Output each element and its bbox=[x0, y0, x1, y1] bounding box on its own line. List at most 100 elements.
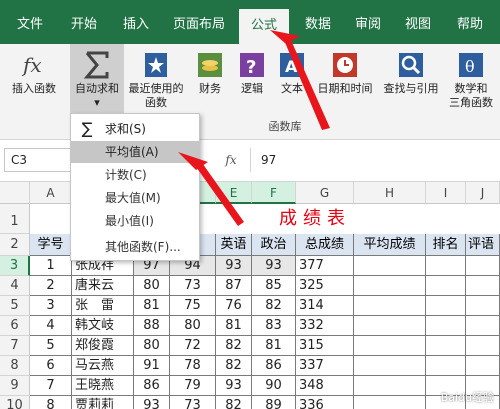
formula-input[interactable]: 97 bbox=[250, 148, 496, 172]
table-cell[interactable] bbox=[354, 256, 426, 276]
table-cell[interactable] bbox=[426, 356, 466, 376]
column-header[interactable]: F bbox=[252, 182, 296, 204]
recent-functions-button[interactable]: 最近使用的 函数 bbox=[124, 44, 188, 116]
table-cell[interactable]: 93 bbox=[216, 256, 252, 276]
tab-page-layout[interactable]: 页面布局 bbox=[166, 10, 232, 40]
row-header[interactable]: 10 bbox=[0, 396, 30, 409]
table-cell[interactable] bbox=[426, 276, 466, 296]
table-cell[interactable] bbox=[466, 316, 500, 336]
row-header[interactable]: 2 bbox=[0, 234, 30, 256]
table-cell[interactable]: 4 bbox=[30, 316, 72, 336]
table-cell[interactable] bbox=[354, 376, 426, 396]
math-trig-button[interactable]: θ 数学和 三角函数 bbox=[444, 44, 498, 116]
table-cell[interactable] bbox=[466, 256, 500, 276]
table-cell[interactable]: 马云燕 bbox=[72, 356, 134, 376]
table-cell[interactable]: 唐来云 bbox=[72, 276, 134, 296]
table-cell[interactable] bbox=[466, 356, 500, 376]
table-cell[interactable]: 郑俊霞 bbox=[72, 336, 134, 356]
table-cell[interactable]: 王晓燕 bbox=[72, 376, 134, 396]
tab-formulas[interactable]: 公式 bbox=[239, 9, 289, 44]
table-cell[interactable] bbox=[466, 336, 500, 356]
column-header[interactable]: E bbox=[216, 182, 252, 204]
table-cell[interactable]: 5 bbox=[30, 336, 72, 356]
table-cell[interactable]: 7 bbox=[30, 376, 72, 396]
autosum-button[interactable]: 自动求和 ▾ bbox=[70, 44, 124, 116]
table-cell[interactable]: 75 bbox=[170, 296, 216, 316]
table-cell[interactable]: 85 bbox=[252, 276, 296, 296]
tab-data[interactable]: 数据 bbox=[296, 10, 340, 40]
row-header[interactable]: 9 bbox=[0, 376, 30, 396]
select-all-corner[interactable] bbox=[0, 182, 30, 204]
header-cell[interactable]: 总成绩 bbox=[296, 234, 354, 256]
menu-item-max[interactable]: 最大值(M) bbox=[71, 187, 199, 209]
menu-item-more-functions[interactable]: 其他函数(F)... bbox=[71, 236, 199, 258]
table-cell[interactable]: 90 bbox=[252, 376, 296, 396]
column-header[interactable]: I bbox=[426, 182, 466, 204]
header-cell[interactable]: 政治 bbox=[252, 234, 296, 256]
table-cell[interactable]: 79 bbox=[170, 376, 216, 396]
header-cell[interactable]: 英语 bbox=[216, 234, 252, 256]
table-cell[interactable]: 76 bbox=[216, 296, 252, 316]
column-header[interactable]: H bbox=[354, 182, 426, 204]
tab-insert[interactable]: 插入 bbox=[112, 10, 160, 40]
table-cell[interactable] bbox=[354, 276, 426, 296]
header-cell[interactable]: 学号 bbox=[30, 234, 72, 256]
header-cell[interactable]: 排名 bbox=[426, 234, 466, 256]
menu-item-count[interactable]: 计数(C) bbox=[71, 164, 199, 186]
table-cell[interactable]: 315 bbox=[296, 336, 354, 356]
table-cell[interactable]: 89 bbox=[252, 396, 296, 409]
table-cell[interactable] bbox=[466, 276, 500, 296]
table-cell[interactable]: 87 bbox=[216, 276, 252, 296]
table-cell[interactable]: 6 bbox=[30, 356, 72, 376]
fx-button[interactable]: fx bbox=[218, 148, 244, 172]
table-cell[interactable]: 93 bbox=[216, 376, 252, 396]
menu-item-average[interactable]: 平均值(A) bbox=[71, 141, 199, 163]
table-cell[interactable]: 332 bbox=[296, 316, 354, 336]
row-header[interactable]: 8 bbox=[0, 356, 30, 376]
table-cell[interactable]: 72 bbox=[170, 336, 216, 356]
table-cell[interactable]: 81 bbox=[252, 336, 296, 356]
header-cell[interactable]: 评语 bbox=[466, 234, 500, 256]
text-button[interactable]: A 文本 bbox=[274, 44, 310, 116]
column-header[interactable]: A bbox=[30, 182, 72, 204]
lookup-reference-button[interactable]: 查找与引用 bbox=[380, 44, 442, 116]
table-cell[interactable]: 81 bbox=[216, 316, 252, 336]
row-header[interactable]: 6 bbox=[0, 316, 30, 336]
table-cell[interactable]: 82 bbox=[252, 296, 296, 316]
insert-function-button[interactable]: fx 插入函数 bbox=[4, 44, 64, 116]
table-cell[interactable] bbox=[426, 296, 466, 316]
menu-item-sum[interactable]: ∑ 求和(S) bbox=[71, 118, 199, 140]
tab-file[interactable]: 文件 bbox=[6, 10, 54, 40]
table-cell[interactable]: 336 bbox=[296, 396, 354, 409]
table-cell[interactable]: 82 bbox=[216, 396, 252, 409]
table-cell[interactable]: 325 bbox=[296, 276, 354, 296]
table-cell[interactable]: 88 bbox=[134, 316, 170, 336]
tab-help[interactable]: 帮助 bbox=[448, 10, 492, 40]
table-cell[interactable]: 73 bbox=[170, 396, 216, 409]
row-header[interactable]: 3 bbox=[0, 256, 30, 276]
table-cell[interactable]: 贾莉莉 bbox=[72, 396, 134, 409]
table-cell[interactable]: 3 bbox=[30, 296, 72, 316]
table-cell[interactable] bbox=[354, 316, 426, 336]
tab-review[interactable]: 审阅 bbox=[346, 10, 390, 40]
row-header[interactable]: 5 bbox=[0, 296, 30, 316]
table-cell[interactable]: 86 bbox=[252, 356, 296, 376]
row-header[interactable]: 7 bbox=[0, 336, 30, 356]
table-cell[interactable]: 83 bbox=[252, 316, 296, 336]
table-cell[interactable]: 1 bbox=[30, 256, 72, 276]
table-cell[interactable]: 93 bbox=[252, 256, 296, 276]
row-header[interactable]: 1 bbox=[0, 204, 30, 234]
table-cell[interactable]: 377 bbox=[296, 256, 354, 276]
financial-button[interactable]: 财务 bbox=[190, 44, 230, 116]
table-cell[interactable]: 8 bbox=[30, 396, 72, 409]
table-cell[interactable] bbox=[354, 336, 426, 356]
table-cell[interactable]: 73 bbox=[170, 276, 216, 296]
tab-view[interactable]: 视图 bbox=[396, 10, 440, 40]
table-cell[interactable]: 2 bbox=[30, 276, 72, 296]
table-cell[interactable]: 348 bbox=[296, 376, 354, 396]
row-header[interactable]: 4 bbox=[0, 276, 30, 296]
table-cell[interactable] bbox=[426, 336, 466, 356]
tab-home[interactable]: 开始 bbox=[60, 10, 108, 40]
table-cell[interactable]: 86 bbox=[134, 376, 170, 396]
table-cell[interactable]: 80 bbox=[134, 336, 170, 356]
